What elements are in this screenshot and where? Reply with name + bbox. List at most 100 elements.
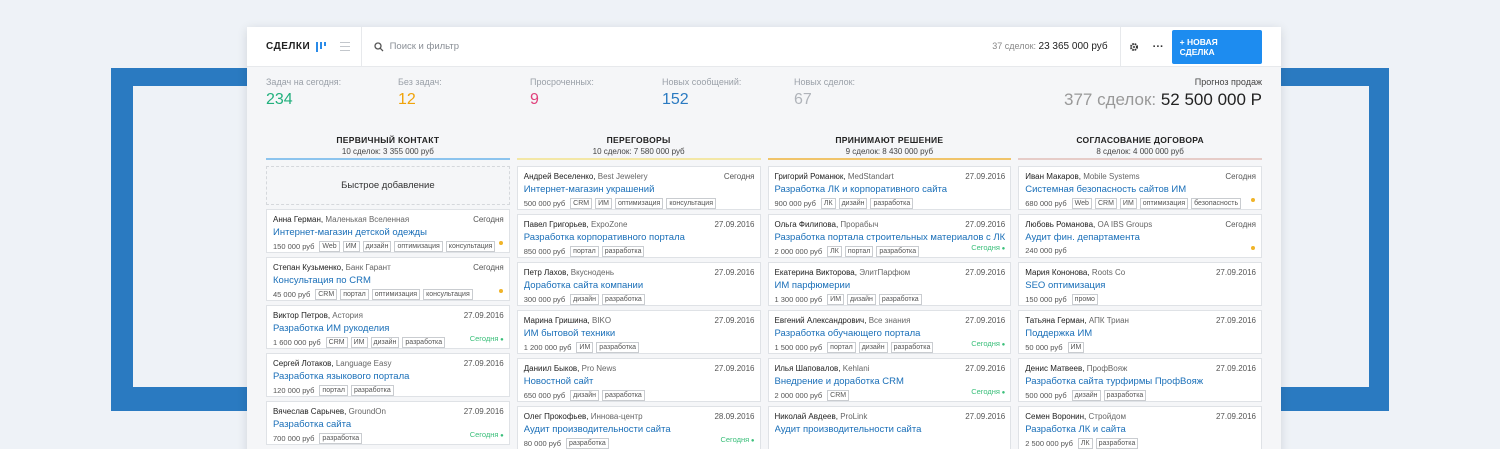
deal-title-link[interactable]: Консультация по CRM [273, 275, 504, 286]
list-view-icon[interactable] [340, 42, 351, 51]
deal-title-link[interactable]: SEO оптимизация [1025, 280, 1256, 291]
more-icon[interactable]: ··· [1153, 41, 1164, 52]
deal-tag[interactable]: портал [319, 385, 348, 396]
deal-tag[interactable]: портал [570, 246, 599, 257]
deal-tag[interactable]: Web [319, 241, 340, 252]
deal-tag[interactable]: разработка [402, 337, 446, 348]
deal-tag[interactable]: разработка [876, 246, 920, 257]
deal-title-link[interactable]: Разработка портала строительных материал… [775, 232, 1006, 243]
deal-card[interactable]: Петр Лахов, Вкуснодень 27.09.2016 Дорабо… [516, 262, 761, 306]
column-header[interactable]: СОГЛАСОВАНИЕ ДОГОВОРА 8 сделок: 4 000 00… [1018, 122, 1262, 160]
deal-tag[interactable]: дизайн [838, 198, 868, 209]
deal-tag[interactable]: ИМ [350, 337, 368, 348]
deal-card[interactable]: Татьяна Герман, АПК Триан 27.09.2016 Под… [1018, 310, 1262, 354]
deal-title-link[interactable]: Разработка ЛК и корпоративного сайта [775, 184, 1006, 195]
deal-card[interactable]: Любовь Романова, OA IBS Groups Сегодня А… [1018, 214, 1262, 258]
column-header[interactable]: ПЕРЕГОВОРЫ 10 сделок: 7 580 000 руб [516, 122, 761, 160]
deal-title-link[interactable]: Разработка ИМ рукоделия [273, 323, 504, 334]
deal-card[interactable]: Иван Макаров, Mobile Systems Сегодня Сис… [1018, 166, 1262, 210]
deal-card[interactable]: Николай Авдеев, ProLink 27.09.2016 Аудит… [767, 406, 1012, 449]
deal-card[interactable]: Денис Матвеев, ПрофВояж 27.09.2016 Разра… [1018, 358, 1262, 402]
deal-tag[interactable]: дизайн [858, 342, 888, 353]
deal-title-link[interactable]: Интернет-магазин детской одежды [273, 227, 504, 238]
deal-tag[interactable]: промо [1071, 294, 1098, 305]
gear-icon[interactable] [1129, 42, 1139, 52]
column-header[interactable]: ПЕРВИЧНЫЙ КОНТАКТ 10 сделок: 3 355 000 р… [266, 122, 510, 160]
deal-card[interactable]: Григорий Романюк, MedStandart 27.09.2016… [767, 166, 1012, 210]
deal-card[interactable]: Анна Герман, Маленькая Вселенная Сегодня… [266, 209, 510, 253]
deal-card[interactable]: Вячеслав Сарычев, GroundOn 27.09.2016 Ра… [266, 401, 510, 445]
deal-title-link[interactable]: Аудит производительности сайта [775, 424, 1006, 435]
deal-tag[interactable]: дизайн [370, 337, 400, 348]
summary-item[interactable]: Новых сообщений: 152 [662, 67, 782, 122]
deal-tag[interactable]: консультация [445, 241, 496, 252]
summary-item[interactable]: Задач на сегодня: 234 [266, 67, 386, 122]
deal-card[interactable]: Сергей Лотаков, Language Easy 27.09.2016… [266, 353, 510, 397]
deal-tag[interactable]: разработка [350, 385, 394, 396]
deal-tag[interactable]: ИМ [342, 241, 360, 252]
column-header[interactable]: ПРИНИМАЮТ РЕШЕНИЕ 9 сделок: 8 430 000 ру… [767, 122, 1012, 160]
summary-item[interactable]: Новых сделок: 67 [794, 67, 914, 122]
deal-tag[interactable]: ЛК [827, 246, 842, 257]
deal-tag[interactable]: дизайн [570, 390, 600, 401]
deal-tag[interactable]: ИМ [595, 198, 612, 209]
deal-tag[interactable]: разработка [878, 294, 922, 305]
deal-title-link[interactable]: Системная безопасность сайтов ИМ [1025, 184, 1256, 195]
view-toggle[interactable] [316, 41, 360, 52]
deal-tag[interactable]: разработка [870, 198, 914, 209]
deal-tag[interactable]: дизайн [362, 241, 392, 252]
deal-tag[interactable]: Web [1071, 198, 1092, 209]
deal-title-link[interactable]: Разработка языкового портала [273, 371, 504, 382]
deal-tag[interactable]: дизайн [847, 294, 876, 305]
deal-tag[interactable]: оптимизация [615, 198, 664, 209]
deal-title-link[interactable]: Аудит фин. департамента [1025, 232, 1256, 243]
new-deal-button[interactable]: + НОВАЯ СДЕЛКА [1171, 29, 1262, 64]
deal-tag[interactable]: разработка [602, 390, 645, 401]
deal-tag[interactable]: оптимизация [394, 241, 443, 252]
deal-tag[interactable]: разработка [1095, 438, 1139, 449]
deal-tag[interactable]: оптимизация [1139, 198, 1189, 209]
deal-card[interactable]: Екатерина Викторова, ЭлитПарфюм 27.09.20… [767, 262, 1012, 306]
search-input[interactable]: Поиск и фильтр [360, 27, 977, 67]
deal-tag[interactable]: ИМ [1119, 198, 1137, 209]
deal-card[interactable]: Виктор Петров, Астория 27.09.2016 Разраб… [266, 305, 510, 349]
deal-card[interactable]: Даниил Быков, Pro News 27.09.2016 Новост… [516, 358, 761, 402]
deal-tag[interactable]: разработка [566, 438, 609, 449]
deal-tag[interactable]: разработка [602, 294, 645, 305]
deal-card[interactable]: Степан Кузьменко, Банк Гарант Сегодня Ко… [266, 257, 510, 301]
deal-tag[interactable]: CRM [1094, 198, 1117, 209]
deal-tag[interactable]: оптимизация [371, 289, 421, 300]
deal-card[interactable]: Илья Шаповалов, Kehlani 27.09.2016 Внедр… [767, 358, 1012, 402]
deal-title-link[interactable]: ИМ бытовой техники [524, 328, 755, 339]
deal-title-link[interactable]: Разработка корпоративного портала [524, 232, 755, 243]
deal-tag[interactable]: ЛК [1077, 438, 1093, 449]
deal-title-link[interactable]: Доработка сайта компании [524, 280, 755, 291]
deal-card[interactable]: Евгений Александрович, Все знания 27.09.… [767, 310, 1012, 354]
deal-title-link[interactable]: Поддержка ИМ [1025, 328, 1256, 339]
deal-tag[interactable]: портал [340, 289, 369, 300]
deal-tag[interactable]: CRM [570, 198, 593, 209]
deal-card[interactable]: Мария Кононова, Roots Co 27.09.2016 SEO … [1018, 262, 1262, 306]
deal-tag[interactable]: разработка [601, 246, 645, 257]
deal-tag[interactable]: разработка [319, 433, 363, 444]
deal-tag[interactable]: CRM [315, 289, 338, 300]
quick-add-button[interactable]: Быстрое добавление [266, 166, 510, 205]
deal-title-link[interactable]: Разработка обучающего портала [775, 328, 1006, 339]
deal-tag[interactable]: ИМ [1067, 342, 1085, 353]
deal-title-link[interactable]: Внедрение и доработка CRM [775, 376, 1006, 387]
summary-item[interactable]: Просроченных: 9 [530, 67, 650, 122]
kanban-view-icon[interactable] [316, 41, 327, 52]
deal-title-link[interactable]: ИМ парфюмерии [775, 280, 1006, 291]
deal-card[interactable]: Семен Воронин, Стройдом 27.09.2016 Разра… [1018, 406, 1262, 449]
deal-tag[interactable]: разработка [1103, 390, 1147, 401]
deal-tag[interactable]: портал [844, 246, 874, 257]
deal-tag[interactable]: безопасность [1191, 198, 1242, 209]
deal-card[interactable]: Павел Григорьев, ExpoZone 27.09.2016 Раз… [516, 214, 761, 258]
deal-tag[interactable]: CRM [325, 337, 348, 348]
deal-card[interactable]: Олег Прокофьев, Иннова-центр 28.09.2016 … [516, 406, 761, 449]
deal-title-link[interactable]: Разработка ЛК и сайта [1025, 424, 1256, 435]
deal-tag[interactable]: консультация [423, 289, 473, 300]
deal-title-link[interactable]: Разработка сайта [273, 419, 504, 430]
deal-title-link[interactable]: Разработка сайта турфирмы ПрофВояж [1025, 376, 1256, 387]
deal-card[interactable]: Ольга Филипова, Прорабыч 27.09.2016 Разр… [767, 214, 1012, 258]
